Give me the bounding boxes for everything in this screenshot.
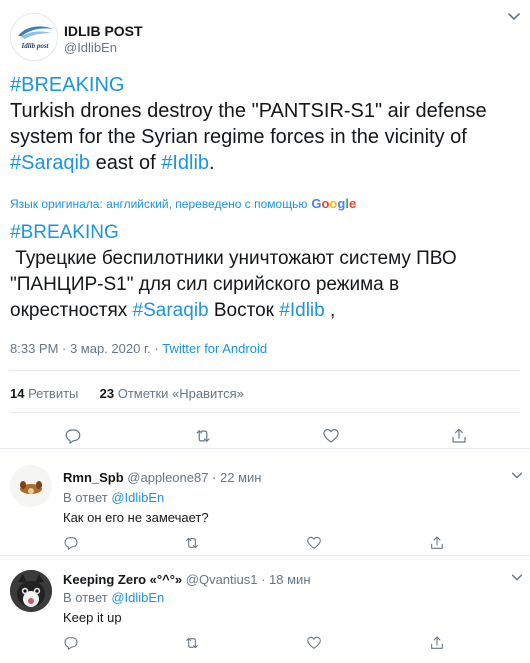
tweet-text-line: Turkish drones destroy the "PANTSIR-S1" … [10,100,487,122]
translated-line: "ПАНЦИР-S1" для сил сирийского режима в [10,274,400,295]
reply-text: Как он его не замечает? [63,510,209,525]
author-handle[interactable]: @IdlibEn [64,40,117,55]
reply-author-handle[interactable]: @Qvantius1 [186,572,258,587]
like-button[interactable] [303,632,325,654]
reply-author-name[interactable]: Rmn_Spb [63,470,124,485]
heart-icon [307,536,321,549]
divider [10,412,520,413]
reply-icon [64,537,78,550]
text-fragment: окрестностях [10,300,133,321]
text-fragment: , [324,300,336,321]
tweet-timestamp[interactable]: 8:33 PM · 3 мар. 2020 г. [10,341,151,356]
hashtag-breaking[interactable]: #BREAKING [10,220,522,246]
share-icon [431,636,443,649]
idlib-post-logo[interactable]: Idlib post [10,13,58,61]
retweets-stat[interactable]: 14 Ретвиты [10,386,78,401]
retweet-button[interactable] [192,425,214,447]
text-fragment: . [209,152,215,174]
hashtag-saraqib[interactable]: #Saraqib [133,300,209,321]
hashtag-saraqib[interactable]: #Saraqib [10,152,90,174]
tweet-source-link[interactable]: Twitter for Android [162,341,267,356]
text-fragment: east of [90,152,162,174]
likes-count: 23 [99,386,115,401]
reply-text: Keep it up [63,610,122,625]
google-logo: Google [311,196,356,211]
tweet-text-line: #Saraqib east of #Idlib. [10,150,522,176]
hashtag-breaking[interactable]: #BREAKING [10,72,522,98]
chevron-down-icon[interactable] [510,570,524,584]
replying-to-handle[interactable]: @IdlibEn [111,590,164,605]
retweet-icon [196,430,210,442]
retweet-icon [186,537,198,549]
retweet-button[interactable] [181,632,203,654]
reply-actions [0,632,530,654]
reply-icon [65,429,81,444]
replying-to-label: В ответ [63,490,112,505]
reply-button[interactable] [60,532,82,554]
share-button[interactable] [426,632,448,654]
deer-avatar-icon [10,465,52,507]
tweet-actions [0,425,530,447]
retweet-icon [186,637,198,649]
likes-label: Отметки «Нравится» [114,386,244,401]
replying-to: В ответ @IdlibEn [63,590,164,605]
chevron-down-icon[interactable] [510,468,524,482]
cat-avatar-icon [10,570,52,612]
retweet-button[interactable] [181,532,203,554]
replying-to-label: В ответ [63,590,112,605]
like-button[interactable] [303,532,325,554]
heart-icon [323,429,339,443]
share-button[interactable] [448,425,470,447]
tweet-text: #BREAKING Turkish drones destroy the "PA… [10,72,522,176]
author-name[interactable]: IDLIB POST [64,23,143,39]
reply-tweet[interactable]: Keeping Zero «°^°» @Qvantius1 · 18 мин В… [0,556,530,663]
like-button[interactable] [320,425,342,447]
retweets-count: 14 [10,386,25,401]
reply-actions [0,532,530,554]
translated-text: #BREAKING Турецкие беспилотники уничтожа… [10,220,522,324]
tweet-stats: 14 Ретвиты 23 Отметки «Нравится» [10,386,244,401]
reply-author-handle[interactable]: @appleone87 [127,470,208,485]
reply-header: Keeping Zero «°^°» @Qvantius1 · 18 мин [63,572,311,587]
translation-attribution[interactable]: Язык оригинала: английский, переведено с… [10,196,356,211]
hashtag-idlib[interactable]: #Idlib [161,152,209,174]
reply-tweet[interactable]: Rmn_Spb @appleone87 · 22 мин В ответ @Id… [0,449,530,556]
reply-icon [64,637,78,650]
google-letter: e [348,196,357,211]
avatar[interactable] [10,570,52,612]
reply-button[interactable] [60,632,82,654]
likes-stat[interactable]: 23 Отметки «Нравится» [100,386,244,401]
share-icon [452,428,466,443]
reply-time[interactable]: · 22 мин [208,470,261,485]
reply-button[interactable] [62,425,84,447]
swoosh-logo-icon: Idlib post [18,26,53,50]
text-fragment: Восток [208,300,280,321]
replying-to-handle[interactable]: @IdlibEn [111,490,164,505]
translation-note: Язык оригинала: английский, переведено с… [10,196,308,211]
avatar[interactable] [10,465,52,507]
heart-icon [307,636,321,649]
reply-author-name[interactable]: Keeping Zero «°^°» [63,572,182,587]
google-letter: G [311,196,322,211]
share-icon [431,536,443,549]
chevron-down-icon[interactable] [506,8,522,24]
main-tweet: Idlib post IDLIB POST @IdlibEn #BREAKING… [0,0,530,449]
share-button[interactable] [426,532,448,554]
retweets-label: Ретвиты [24,386,79,401]
translated-line: Турецкие беспилотники уничтожают систему… [10,248,457,269]
reply-time[interactable]: · 18 мин [258,572,310,587]
reply-header: Rmn_Spb @appleone87 · 22 мин [63,470,261,485]
tweet-text-line: system for the Syrian regime forces in t… [10,126,467,148]
replying-to: В ответ @IdlibEn [63,490,164,505]
tweet-meta: 8:33 PM · 3 мар. 2020 г. · Twitter for A… [10,341,267,356]
logo-text: Idlib post [20,42,49,50]
divider [10,370,520,371]
meta-separator: · [150,341,163,356]
hashtag-idlib[interactable]: #Idlib [279,300,324,321]
translated-line: окрестностях #Saraqib Восток #Idlib , [10,298,522,324]
